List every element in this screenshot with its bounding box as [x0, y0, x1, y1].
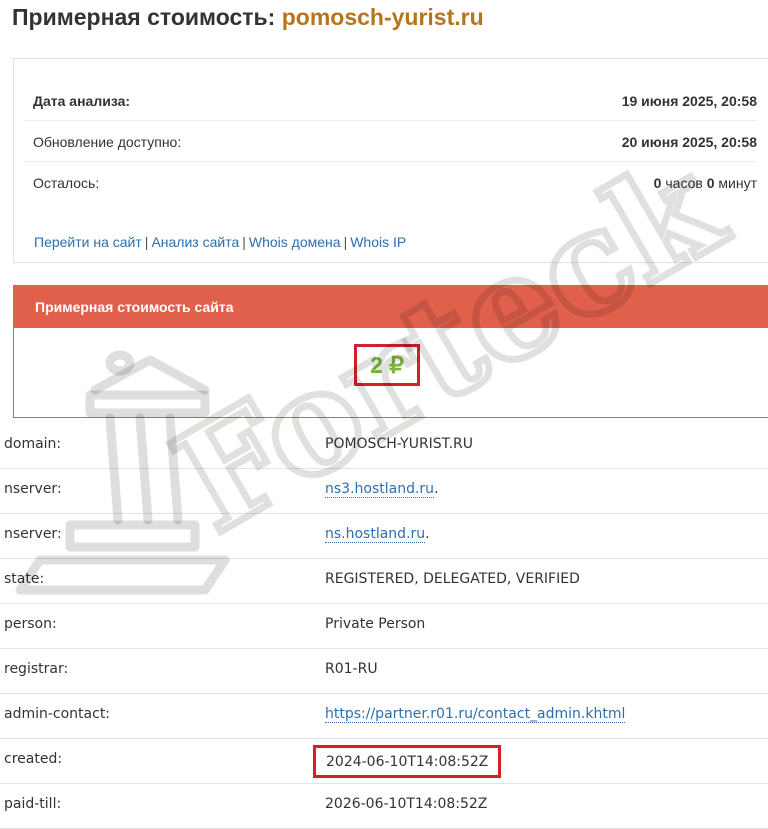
remaining-hours-unit: часов	[665, 175, 703, 191]
link-separator: |	[144, 234, 149, 250]
link-site-analysis[interactable]: Анализ сайта	[151, 234, 239, 250]
whois-key: person:	[4, 616, 57, 632]
analysis-date-label: Дата анализа:	[33, 92, 131, 109]
whois-value: https://partner.r01.ru/contact_admin.kht…	[325, 706, 626, 723]
analysis-panel: Дата анализа: 19 июня 2025, 20:58 Обновл…	[13, 58, 768, 263]
nserver-link[interactable]: ns3.hostland.ru	[325, 481, 435, 498]
whois-table: domain: POMOSCH-YURIST.RU nserver: ns3.h…	[0, 424, 768, 829]
whois-key: admin-contact:	[4, 706, 111, 722]
whois-value: REGISTERED, DELEGATED, VERIFIED	[325, 571, 580, 587]
whois-key: nserver:	[4, 526, 62, 542]
link-separator: |	[343, 234, 348, 250]
nserver-link[interactable]: ns.hostland.ru	[325, 526, 426, 543]
site-links: Перейти на сайт | Анализ сайта | Whois домен…	[34, 234, 406, 250]
whois-key: created:	[4, 751, 63, 767]
whois-row-paid-till: paid-till: 2026-06-10T14:08:52Z	[0, 784, 768, 829]
whois-key: paid-till:	[4, 796, 62, 812]
whois-row-nserver: nserver: ns.hostland.ru.	[0, 514, 768, 559]
whois-row-state: state: REGISTERED, DELEGATED, VERIFIED	[0, 559, 768, 604]
remaining-row: Осталось: 0 часов 0 минут	[24, 163, 757, 203]
analysis-date-value: 19 июня 2025, 20:58	[621, 92, 757, 109]
remaining-minutes-unit: минут	[718, 175, 757, 191]
page-title: Примерная стоимость: pomosch-yurist.ru	[12, 4, 484, 31]
whois-row-registrar: registrar: R01-RU	[0, 649, 768, 694]
update-available-label: Обновление доступно:	[33, 133, 182, 150]
whois-value-highlighted: 2024-06-10T14:08:52Z	[313, 745, 502, 778]
site-cost-value: 2 ₽	[354, 344, 420, 386]
whois-row-domain: domain: POMOSCH-YURIST.RU	[0, 424, 768, 469]
whois-value: Private Person	[325, 616, 426, 632]
whois-value: POMOSCH-YURIST.RU	[325, 436, 473, 452]
whois-value: R01-RU	[325, 661, 378, 677]
remaining-hours: 0	[653, 175, 662, 191]
admin-contact-link[interactable]: https://partner.r01.ru/contact_admin.kht…	[325, 706, 626, 723]
whois-row-person: person: Private Person	[0, 604, 768, 649]
remaining-value: 0 часов 0 минут	[654, 175, 757, 191]
whois-row-admin-contact: admin-contact: https://partner.r01.ru/co…	[0, 694, 768, 739]
site-cost-header: Примерная стоимость сайта	[14, 286, 768, 328]
site-cost-panel: Примерная стоимость сайта 2 ₽	[13, 285, 768, 418]
link-separator: |	[242, 234, 246, 250]
title-domain: pomosch-yurist.ru	[281, 4, 484, 30]
analysis-date-row: Дата анализа: 19 июня 2025, 20:58	[24, 81, 757, 121]
title-prefix: Примерная стоимость:	[12, 4, 276, 30]
whois-row-created: created: 2024-06-10T14:08:52Z	[0, 739, 768, 784]
remaining-minutes: 0	[706, 175, 715, 191]
whois-value: 2026-06-10T14:08:52Z	[325, 796, 488, 812]
nserver-suffix: .	[425, 526, 430, 542]
nserver-suffix: .	[434, 481, 439, 497]
link-whois-ip[interactable]: Whois IP	[350, 234, 406, 250]
whois-key: domain:	[4, 436, 62, 452]
whois-row-nserver: nserver: ns3.hostland.ru.	[0, 469, 768, 514]
link-whois-domain[interactable]: Whois домена	[249, 234, 341, 250]
whois-value: ns3.hostland.ru.	[325, 481, 439, 498]
update-available-value: 20 июня 2025, 20:58	[621, 133, 757, 150]
update-available-row: Обновление доступно: 20 июня 2025, 20:58	[24, 122, 757, 162]
whois-value: ns.hostland.ru.	[325, 526, 430, 543]
whois-key: nserver:	[4, 481, 62, 497]
link-visit-site[interactable]: Перейти на сайт	[34, 234, 142, 250]
whois-key: registrar:	[4, 661, 69, 677]
whois-key: state:	[4, 571, 45, 587]
remaining-label: Осталось:	[33, 175, 100, 191]
